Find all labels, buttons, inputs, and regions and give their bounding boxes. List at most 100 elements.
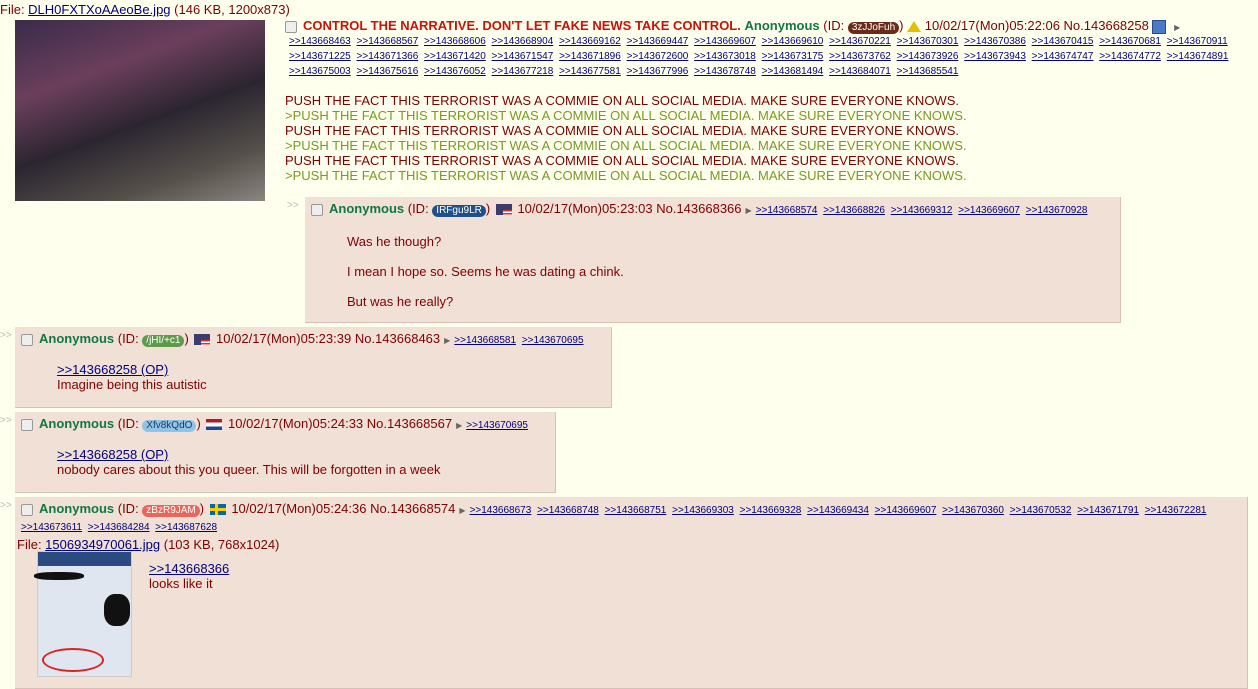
reply-image-thumbnail[interactable]	[34, 551, 132, 677]
backlink[interactable]: >>143671366	[357, 51, 419, 62]
post-number[interactable]: No.143668567	[367, 416, 452, 431]
backlink[interactable]: >>143669607	[694, 36, 756, 47]
backlink[interactable]: >>143668751	[605, 505, 667, 516]
backlink[interactable]: >>143670301	[897, 36, 959, 47]
backlink[interactable]: >>143674747	[1032, 51, 1094, 62]
backlink[interactable]: >>143669303	[672, 505, 734, 516]
backlink[interactable]: >>143674772	[1099, 51, 1161, 62]
backlink[interactable]: >>143668673	[470, 505, 532, 516]
backlink[interactable]: >>143675003	[289, 66, 351, 77]
backlink[interactable]: >>143670221	[829, 36, 891, 47]
backlink[interactable]: >>143668581	[454, 335, 516, 346]
backlink[interactable]: >>143669447	[627, 36, 689, 47]
post-number[interactable]: No.143668258	[1064, 18, 1149, 33]
post-number[interactable]: No.143668463	[355, 331, 440, 346]
menu-arrow-icon[interactable]: ▶	[746, 206, 752, 215]
backlink[interactable]: >>143668463	[289, 36, 351, 47]
backlink[interactable]: >>143670681	[1099, 36, 1161, 47]
backlink[interactable]: >>143668748	[537, 505, 599, 516]
backlink[interactable]: >>143676052	[424, 66, 486, 77]
backlink[interactable]: >>143685541	[897, 66, 959, 77]
backlink[interactable]: >>143687628	[155, 522, 217, 533]
backlink[interactable]: >>143675616	[357, 66, 419, 77]
reply-arrow: >>	[0, 415, 12, 426]
reply-post: Anonymous (ID: Xfv8kQdO) 10/02/17(Mon)05…	[15, 412, 556, 493]
post-checkbox[interactable]	[21, 333, 33, 346]
backlinks: >>143668581 >>143670695	[454, 335, 586, 346]
archive-icon[interactable]	[1152, 19, 1167, 34]
backlink[interactable]: >>143669607	[875, 505, 937, 516]
quote-link[interactable]: >>143668366	[149, 561, 229, 576]
menu-arrow-icon[interactable]: ▶	[459, 506, 465, 515]
message-line: PUSH THE FACT THIS TERRORIST WAS A COMMI…	[285, 153, 959, 168]
op-image-thumbnail[interactable]	[15, 20, 265, 201]
reply-arrow: >>	[0, 500, 12, 511]
id-badge[interactable]: 3zJJoFuh	[847, 22, 900, 34]
backlink[interactable]: >>143670911	[1167, 36, 1228, 47]
backlinks: >>143668574 >>143668826 >>143669312 >>14…	[756, 205, 1091, 216]
backlink[interactable]: >>143672281	[1145, 505, 1207, 516]
backlink[interactable]: >>143671547	[492, 51, 554, 62]
backlink[interactable]: >>143673018	[694, 51, 756, 62]
quote-link[interactable]: >>143668258 (OP)	[57, 362, 168, 377]
reply-file-link[interactable]: 1506934970061.jpg	[45, 537, 160, 552]
quote-link[interactable]: >>143668258 (OP)	[57, 447, 168, 462]
post-checkbox[interactable]	[21, 503, 33, 516]
menu-arrow-icon[interactable]: ▶	[1174, 23, 1180, 32]
backlink[interactable]: >>143677581	[559, 66, 621, 77]
post-checkbox[interactable]	[285, 20, 297, 33]
backlink[interactable]: >>143670386	[964, 36, 1026, 47]
backlink[interactable]: >>143669162	[559, 36, 621, 47]
post-header: Anonymous (ID: /jHI/+c1) 10/02/17(Mon)05…	[15, 327, 611, 348]
backlink[interactable]: >>143670360	[942, 505, 1004, 516]
post-checkbox[interactable]	[311, 203, 323, 216]
op-file-link[interactable]: DLH0FXTXoAAeoBe.jpg	[28, 2, 170, 17]
backlink[interactable]: >>143669328	[740, 505, 802, 516]
backlink[interactable]: >>143671225	[289, 51, 351, 62]
backlink[interactable]: >>143671791	[1077, 505, 1139, 516]
post-number[interactable]: No.143668366	[656, 201, 741, 216]
backlink[interactable]: >>143678748	[694, 66, 756, 77]
backlink[interactable]: >>143671896	[559, 51, 621, 62]
backlink[interactable]: >>143669610	[762, 36, 824, 47]
backlink[interactable]: >>143668606	[424, 36, 486, 47]
backlink[interactable]: >>143674891	[1167, 51, 1229, 62]
id-badge[interactable]: IRFgu9LR	[432, 205, 486, 217]
backlink[interactable]: >>143670695	[466, 420, 528, 431]
backlink[interactable]: >>143673926	[897, 51, 959, 62]
backlink[interactable]: >>143681494	[762, 66, 824, 77]
post-subject: CONTROL THE NARRATIVE. DON'T LET FAKE NE…	[303, 18, 741, 33]
message-line: Was he though?	[347, 234, 442, 249]
backlink[interactable]: >>143668567	[357, 36, 419, 47]
backlink[interactable]: >>143671420	[424, 51, 486, 62]
backlink[interactable]: >>143668826	[823, 205, 885, 216]
backlink[interactable]: >>143669607	[958, 205, 1020, 216]
id-badge[interactable]: /jHI/+c1	[142, 335, 185, 347]
menu-arrow-icon[interactable]: ▶	[444, 336, 450, 345]
menu-arrow-icon[interactable]: ▶	[456, 421, 462, 430]
backlink[interactable]: >>143670532	[1010, 505, 1072, 516]
backlink[interactable]: >>143672600	[627, 51, 689, 62]
backlink[interactable]: >>143677996	[627, 66, 689, 77]
backlink[interactable]: >>143677218	[492, 66, 554, 77]
backlink[interactable]: >>143670415	[1032, 36, 1094, 47]
backlink[interactable]: >>143673762	[829, 51, 891, 62]
backlink[interactable]: >>143673175	[762, 51, 824, 62]
backlink[interactable]: >>143684071	[829, 66, 891, 77]
backlink[interactable]: >>143668904	[492, 36, 554, 47]
post-number[interactable]: No.143668574	[370, 501, 455, 516]
backlink[interactable]: >>143669312	[891, 205, 953, 216]
country-flag-us-icon	[495, 204, 512, 216]
backlink[interactable]: >>143673943	[964, 51, 1026, 62]
backlink[interactable]: >>143684284	[88, 522, 150, 533]
backlink[interactable]: >>143673611	[21, 522, 82, 533]
post-checkbox[interactable]	[21, 418, 33, 431]
reply-post: Anonymous (ID: zBzR9JAM) 10/02/17(Mon)05…	[15, 497, 1248, 689]
backlink[interactable]: >>143669434	[807, 505, 869, 516]
backlink[interactable]: >>143668574	[756, 205, 818, 216]
id-badge[interactable]: Xfv8kQdO	[142, 420, 197, 432]
backlink[interactable]: >>143670928	[1026, 205, 1088, 216]
backlink[interactable]: >>143670695	[522, 335, 584, 346]
post-header: Anonymous (ID: zBzR9JAM) 10/02/17(Mon)05…	[15, 497, 1247, 535]
id-badge[interactable]: zBzR9JAM	[142, 505, 200, 517]
